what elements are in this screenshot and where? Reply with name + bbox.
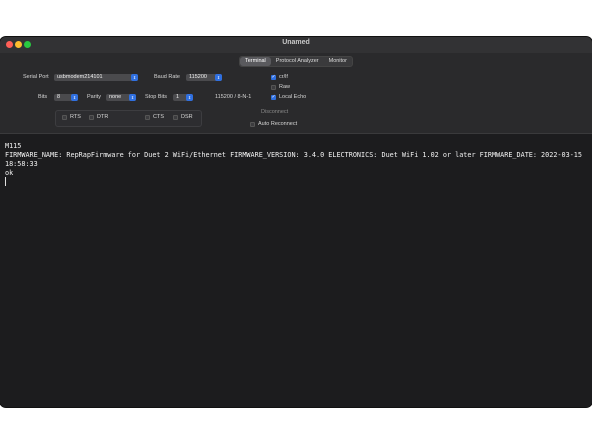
chevron-updown-icon: ⇕ (71, 94, 78, 101)
connection-summary: 115200 / 8-N-1 (215, 94, 252, 100)
raw-label: Raw (279, 84, 291, 90)
terminal-line: 18:58:33 (5, 160, 38, 168)
auto-reconnect-checkbox[interactable] (250, 122, 255, 127)
rts-label: RTS (70, 114, 81, 120)
cts-label: CTS (153, 114, 164, 120)
local-echo-checkbox[interactable] (271, 94, 276, 100)
terminal-line: ok (5, 169, 14, 177)
dsr-label: DSR (181, 114, 193, 120)
stop-bits-select[interactable]: 1 ⇕ (173, 94, 193, 101)
window-title: Unamed (282, 39, 310, 46)
parity-select[interactable]: none ⇕ (106, 94, 136, 101)
rts-checkbox[interactable] (62, 115, 67, 120)
title-bar: Unamed (0, 37, 592, 53)
chevron-updown-icon: ⇕ (186, 94, 193, 101)
dtr-checkbox[interactable] (89, 115, 94, 120)
serial-port-select[interactable]: usbmodem214101 ⇕ (54, 74, 138, 81)
chevron-updown-icon: ⇕ (131, 74, 138, 81)
crlf-label: cr/lf (279, 74, 288, 80)
bits-label: Bits (38, 94, 48, 100)
serial-port-label: Serial Port (23, 74, 49, 80)
cts-checkbox (145, 115, 150, 120)
bits-value: 8 (57, 94, 61, 100)
chevron-updown-icon: ⇕ (215, 74, 222, 81)
terminal-line: M115 (5, 142, 22, 150)
terminal-line: FIRMWARE_NAME: RepRapFirmware for Duet 2… (5, 151, 582, 159)
signal-lines-group: RTS DTR CTS DSR (55, 110, 202, 127)
tab-protocol-analyzer[interactable]: Protocol Analyzer (271, 57, 324, 66)
raw-checkbox[interactable] (271, 85, 276, 90)
parity-label: Parity (87, 94, 102, 100)
auto-reconnect-label: Auto Reconnect (258, 121, 298, 127)
baud-rate-select[interactable]: 115200 ⇕ (186, 74, 222, 81)
view-tabs: Terminal Protocol Analyzer Monitor (239, 56, 353, 67)
baud-rate-label: Baud Rate (154, 74, 180, 80)
local-echo-label: Local Echo (279, 94, 307, 100)
parity-value: none (109, 94, 122, 100)
stop-bits-label: Stop Bits (145, 94, 168, 100)
connection-settings-panel: Terminal Protocol Analyzer Monitor Seria… (0, 53, 592, 133)
terminal-output[interactable]: M115 FIRMWARE_NAME: RepRapFirmware for D… (0, 133, 592, 407)
tab-terminal[interactable]: Terminal (240, 57, 271, 66)
bits-select[interactable]: 8 ⇕ (54, 94, 78, 101)
dtr-label: DTR (97, 114, 109, 120)
serial-port-value: usbmodem214101 (57, 74, 103, 80)
dsr-checkbox (173, 115, 178, 120)
tab-monitor[interactable]: Monitor (324, 57, 352, 66)
disconnect-button[interactable]: Disconnect (261, 109, 288, 116)
stop-bits-value: 1 (176, 94, 180, 100)
chevron-updown-icon: ⇕ (129, 94, 136, 101)
crlf-checkbox[interactable] (271, 74, 276, 80)
app-window: Unamed Terminal Protocol Analyzer Monito… (0, 37, 592, 407)
text-cursor (5, 177, 6, 186)
baud-rate-value: 115200 (189, 74, 207, 80)
